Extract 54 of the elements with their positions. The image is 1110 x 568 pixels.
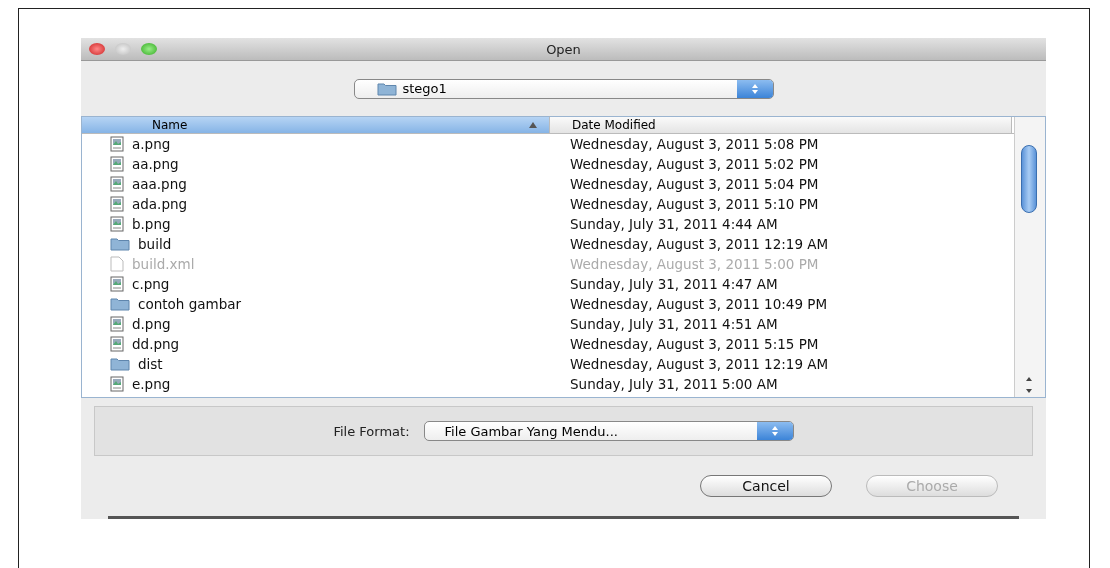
file-name[interactable]: a.png [132,136,171,152]
date-modified: Sunday, July 31, 2011 4:47 AM [569,276,778,292]
image-file-icon [110,216,124,232]
file-name[interactable]: contoh gambar [138,296,242,312]
file-name[interactable]: dd.png [132,336,180,352]
image-file-icon [110,176,124,192]
image-file-icon [110,316,124,332]
column-header[interactable]: Date Modified [550,117,1012,133]
folder-icon [376,81,397,96]
folder-icon [110,237,130,251]
file-name[interactable]: c.png [132,276,170,292]
date-modified: Wednesday, August 3, 2011 5:08 PM [569,136,819,152]
close-button[interactable] [89,43,105,55]
file-name[interactable]: dist [138,356,163,372]
file-name[interactable]: ada.png [132,196,188,212]
scrollbar[interactable] [1014,117,1045,397]
date-modified: Sunday, July 31, 2011 5:00 AM [569,376,778,392]
file-format-dropdown[interactable]: File Gambar Yang Mendu... [423,421,794,441]
date-modified: Wednesday, August 3, 2011 5:00 PM [569,256,819,272]
image-file-icon [110,376,124,392]
image-file-icon [110,276,124,292]
date-modified: Sunday, July 31, 2011 4:51 AM [569,316,778,332]
date-modified: Sunday, July 31, 2011 4:44 AM [569,216,778,232]
date-modified: Wednesday, August 3, 2011 5:02 PM [569,156,819,172]
scroll-arrows-icon[interactable] [1025,375,1033,395]
file-name[interactable]: b.png [132,216,171,232]
cancel-button[interactable]: Cancel [700,475,832,497]
image-file-icon [110,156,124,172]
date-modified: Wednesday, August 3, 2011 12:19 AM [569,356,829,372]
image-file-icon [110,136,124,152]
date-modified: Wednesday, August 3, 2011 12:19 AM [569,236,829,252]
file-name[interactable]: d.png [132,316,171,332]
date-modified: Wednesday, August 3, 2011 10:49 PM [569,296,828,312]
file-format-label: File Format: [333,423,410,439]
image-file-icon [110,336,124,352]
file-name[interactable]: e.png [132,376,171,392]
zoom-button[interactable] [141,43,157,55]
window-title: Open [546,41,581,57]
folder-icon [110,297,130,311]
location-dropdown[interactable]: stego1 [353,78,774,99]
blank-file-icon [110,256,124,272]
column-header[interactable]: Name [82,117,550,133]
date-modified: Wednesday, August 3, 2011 5:15 PM [569,336,819,352]
up-down-arrows-icon [770,425,779,437]
up-down-arrows-icon [750,82,759,95]
date-modified: Wednesday, August 3, 2011 5:04 PM [569,176,819,192]
scroll-thumb[interactable] [1021,145,1037,213]
file-name[interactable]: build [138,236,172,252]
file-name[interactable]: aaa.png [132,176,187,192]
file-name[interactable]: aa.png [132,156,179,172]
date-modified: Wednesday, August 3, 2011 5:10 PM [569,196,819,212]
folder-icon [110,357,130,371]
image-file-icon [110,196,124,212]
sort-arrow-icon [529,122,537,128]
